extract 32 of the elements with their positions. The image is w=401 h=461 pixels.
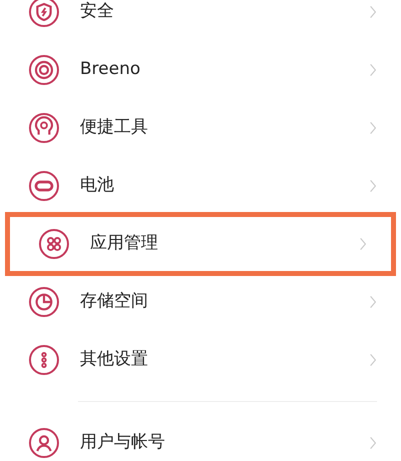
settings-item[interactable]: 电池 (0, 157, 401, 215)
chevron-icon (359, 237, 367, 251)
person-icon (28, 427, 60, 459)
chevron-icon (369, 5, 377, 19)
settings-item[interactable]: Breeno (0, 41, 401, 99)
item-label: 电池 (80, 174, 115, 198)
item-label: 安全 (80, 0, 115, 24)
item-label: Breeno (80, 58, 142, 82)
head-icon (28, 112, 60, 144)
shield-icon (28, 0, 60, 28)
more-icon (28, 344, 60, 376)
settings-item[interactable]: 存储空间 (0, 273, 401, 331)
settings-item[interactable]: 应用管理 (5, 212, 396, 276)
pie-chart-icon (28, 286, 60, 318)
item-label: 用户与帐号 (80, 431, 166, 454)
chevron-icon (369, 436, 377, 450)
settings-item[interactable]: 用户与帐号 (0, 414, 401, 461)
target-icon (28, 54, 60, 86)
settings-item[interactable]: 其他设置 (0, 331, 401, 389)
chevron-icon (369, 63, 377, 77)
chevron-icon (369, 121, 377, 135)
item-label: 其他设置 (80, 348, 149, 372)
chevron-icon (369, 353, 377, 367)
apps-icon (38, 228, 70, 260)
item-label: 存储空间 (80, 290, 149, 314)
item-label: 应用管理 (90, 232, 159, 256)
settings-item[interactable]: 安全 (0, 0, 401, 41)
settings-item[interactable]: 便捷工具 (0, 99, 401, 157)
item-label: 便捷工具 (80, 116, 149, 140)
chevron-icon (369, 179, 377, 193)
battery-icon (28, 170, 60, 202)
chevron-icon (369, 295, 377, 309)
